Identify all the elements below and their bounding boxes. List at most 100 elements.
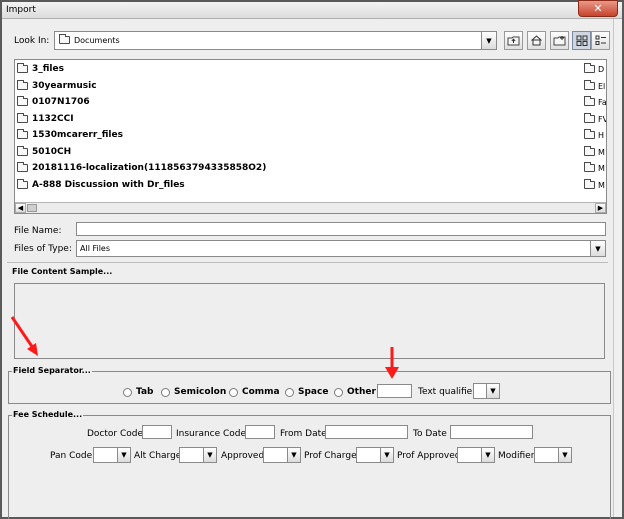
radio-space[interactable]: Space: [285, 387, 328, 397]
list-item[interactable]: D: [584, 62, 606, 76]
modifier-combo[interactable]: ▼: [534, 447, 572, 463]
to-date-input[interactable]: [450, 425, 533, 439]
folder-icon: [584, 63, 595, 73]
new-folder-button[interactable]: [550, 31, 569, 50]
scroll-left-button[interactable]: ◀: [15, 203, 26, 213]
list-item-label: 1132CCI: [32, 114, 74, 124]
list-item[interactable]: 1530mcarerr_files: [17, 128, 123, 142]
import-dialog: Import ✕ Look In: Documents ▼ 3_files 30…: [0, 0, 624, 519]
details-view-button[interactable]: [591, 31, 610, 50]
radio-circle: [229, 387, 238, 397]
list-item[interactable]: El: [584, 79, 606, 93]
files-of-type-value: All Files: [80, 244, 111, 253]
list-item[interactable]: M: [584, 145, 606, 159]
up-folder-button[interactable]: [504, 31, 523, 50]
prof-charge-label: Prof Charge: [304, 451, 357, 461]
list-item-label: FV: [598, 114, 606, 124]
chevron-down-icon: ▼: [595, 244, 601, 253]
file-list[interactable]: 3_files 30yearmusic 0107N1706 1132CCI 15…: [14, 59, 607, 214]
files-of-type-combo[interactable]: All Files ▼: [76, 240, 606, 257]
new-folder-icon: [553, 36, 566, 46]
list-item[interactable]: M: [584, 161, 606, 175]
list-item[interactable]: M: [584, 178, 606, 192]
folder-icon: [584, 146, 595, 156]
file-content-sample-title: File Content Sample...: [12, 267, 113, 276]
pan-code-combo[interactable]: ▼: [93, 447, 131, 463]
folder-icon: [17, 179, 28, 189]
field-separator-title: Field Separator...: [12, 366, 92, 375]
radio-tab[interactable]: Tab: [123, 387, 154, 397]
title-bar: Import ✕: [2, 0, 622, 19]
prof-charge-dropdown-button[interactable]: ▼: [380, 448, 393, 462]
home-button[interactable]: [527, 31, 546, 50]
from-date-label: From Date: [280, 429, 327, 439]
list-item[interactable]: H: [584, 128, 606, 142]
scrollbar-thumb[interactable]: [27, 204, 37, 212]
radio-circle: [161, 387, 170, 397]
list-item[interactable]: A-888 Discussion with Dr_files: [17, 178, 185, 192]
radio-comma[interactable]: Comma: [229, 387, 280, 397]
up-folder-icon: [507, 36, 520, 46]
text-qualifier-dropdown-button[interactable]: ▼: [486, 384, 499, 398]
chevron-down-icon: ▼: [490, 387, 496, 395]
look-in-value: Documents: [74, 36, 120, 45]
file-name-input[interactable]: [76, 222, 606, 236]
modifier-dropdown-button[interactable]: ▼: [558, 448, 571, 462]
list-item[interactable]: 0107N1706: [17, 95, 90, 109]
text-qualifier-label: Text qualifier: [418, 387, 476, 397]
folder-icon: [59, 34, 70, 44]
radio-other[interactable]: Other: [334, 387, 376, 397]
text-qualifier-combo[interactable]: ▼: [473, 383, 500, 399]
approved-dropdown-button[interactable]: ▼: [287, 448, 300, 462]
list-item[interactable]: 20181116-localization(1118563794335858O2…: [17, 161, 266, 175]
insurance-code-input[interactable]: [245, 425, 275, 439]
prof-approved-dropdown-button[interactable]: ▼: [481, 448, 494, 462]
chevron-down-icon: ▼: [486, 36, 492, 45]
alt-charge-combo[interactable]: ▼: [179, 447, 217, 463]
alt-charge-dropdown-button[interactable]: ▼: [203, 448, 216, 462]
radio-circle: [123, 387, 132, 397]
prof-approved-combo[interactable]: ▼: [457, 447, 495, 463]
vertical-scrollbar[interactable]: [613, 19, 622, 517]
other-separator-input[interactable]: [377, 384, 412, 398]
radio-semicolon[interactable]: Semicolon: [161, 387, 226, 397]
list-item-label: 1530mcarerr_files: [32, 130, 123, 140]
radio-label: Semicolon: [174, 387, 227, 397]
list-item-label: M: [598, 180, 605, 190]
radio-label: Tab: [136, 387, 154, 397]
list-item-label: A-888 Discussion with Dr_files: [32, 180, 185, 190]
folder-icon: [584, 80, 595, 90]
list-item-label: M: [598, 147, 605, 157]
list-item-label: 3_files: [32, 64, 64, 74]
close-button[interactable]: ✕: [578, 0, 618, 17]
prof-approved-label: Prof Approved: [397, 451, 461, 461]
list-item-label: Fa: [598, 97, 606, 107]
list-item[interactable]: 5010CH: [17, 145, 71, 159]
look-in-combo[interactable]: Documents ▼: [54, 31, 497, 50]
radio-circle: [285, 387, 294, 397]
list-item[interactable]: FV: [584, 112, 606, 126]
scroll-right-button[interactable]: ▶: [595, 203, 606, 213]
list-item-label: D: [598, 64, 605, 74]
list-item[interactable]: Fa: [584, 95, 606, 109]
folder-icon: [17, 113, 28, 123]
list-item[interactable]: 3_files: [17, 62, 64, 76]
list-view-button[interactable]: [572, 31, 591, 50]
list-item[interactable]: 1132CCI: [17, 112, 74, 126]
look-in-dropdown-button[interactable]: ▼: [481, 32, 496, 49]
chevron-down-icon: ▼: [485, 451, 491, 459]
files-of-type-label: Files of Type:: [14, 244, 72, 254]
prof-charge-combo[interactable]: ▼: [356, 447, 394, 463]
from-date-input[interactable]: [325, 425, 408, 439]
horizontal-scrollbar[interactable]: ◀ ▶: [15, 202, 606, 213]
folder-icon: [17, 162, 28, 172]
doctor-code-input[interactable]: [142, 425, 172, 439]
list-item[interactable]: 30yearmusic: [17, 79, 97, 93]
radio-circle: [334, 387, 343, 397]
chevron-left-icon: ◀: [17, 204, 24, 212]
modifier-label: Modifier: [498, 451, 535, 461]
pan-code-dropdown-button[interactable]: ▼: [117, 448, 130, 462]
approved-combo[interactable]: ▼: [263, 447, 301, 463]
file-content-sample-area[interactable]: [14, 283, 605, 359]
files-of-type-dropdown-button[interactable]: ▼: [590, 241, 605, 256]
